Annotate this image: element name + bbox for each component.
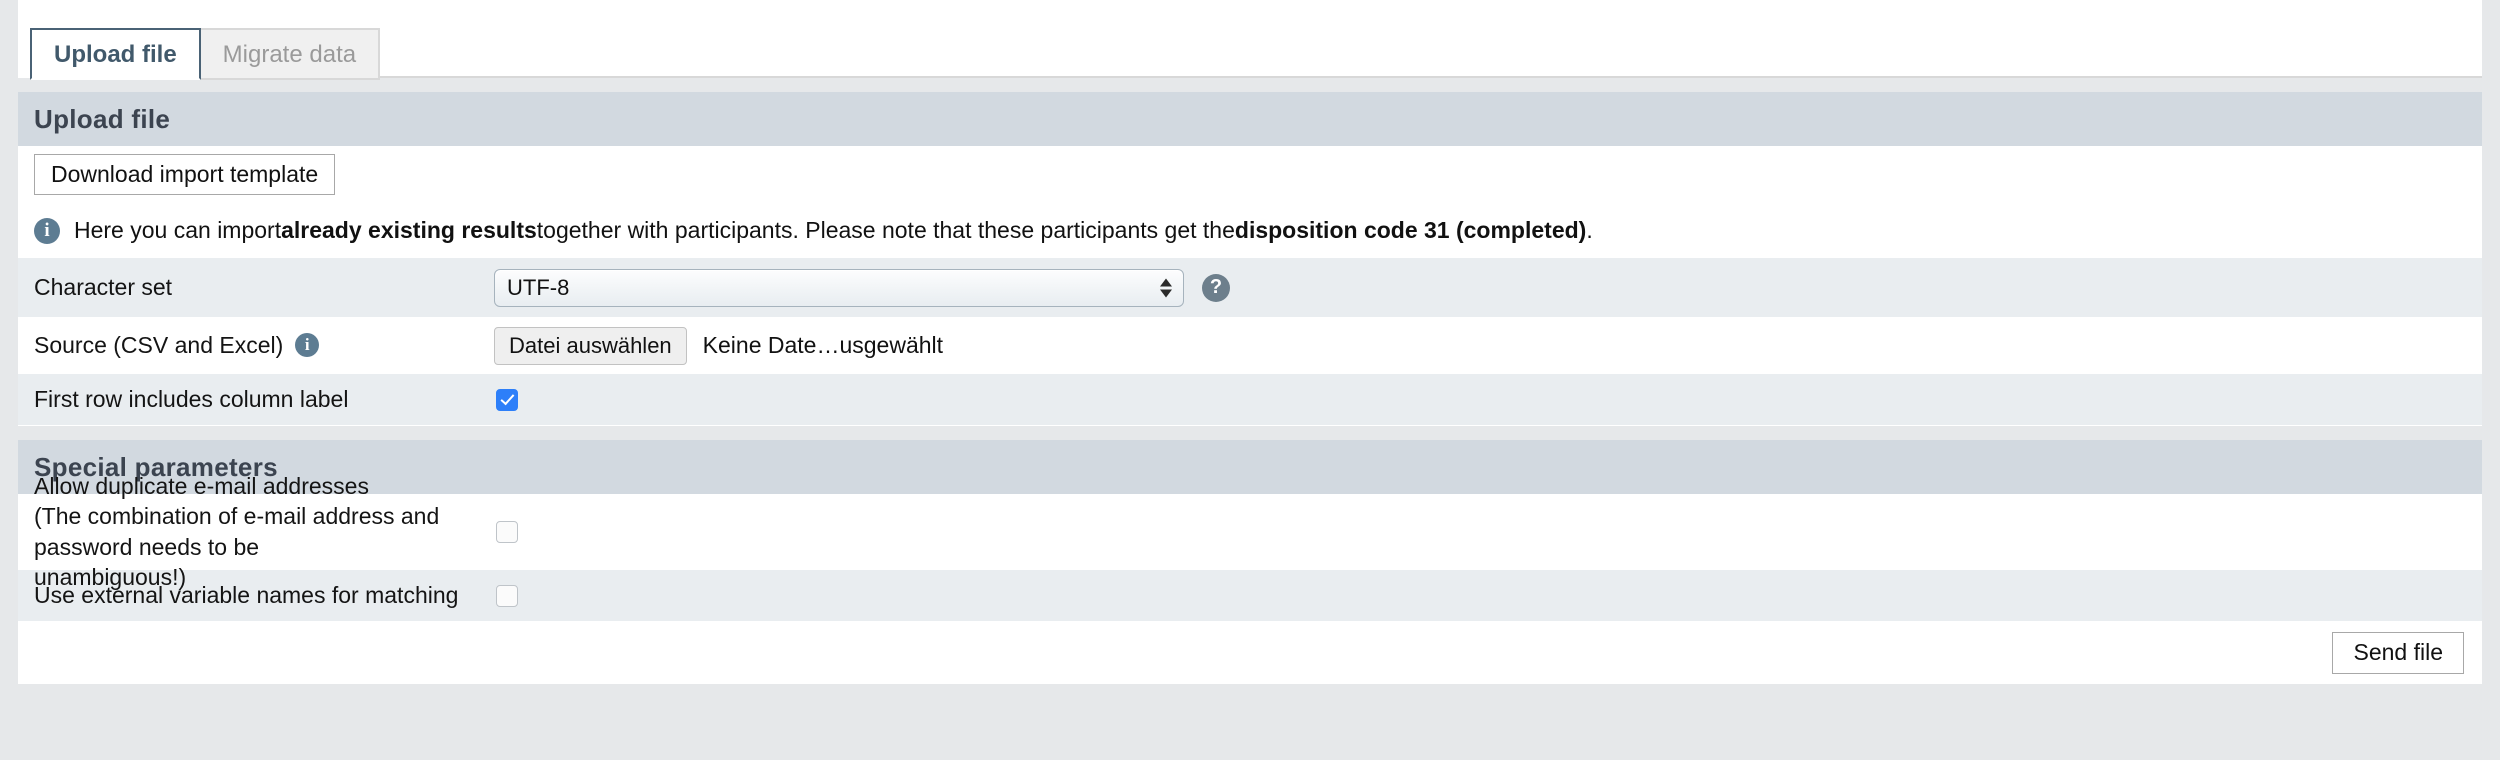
source-label-group: Source (CSV and Excel) i xyxy=(34,330,494,360)
allow-duplicate-email-field xyxy=(494,520,2482,543)
choose-file-button[interactable]: Datei auswählen xyxy=(494,326,687,365)
download-import-template-button[interactable]: Download import template xyxy=(34,153,336,196)
character-set-select[interactable]: UTF-8 xyxy=(494,268,1184,307)
import-info-text-part2: together with participants. Please note … xyxy=(536,217,1235,243)
file-chooser: Datei auswählen Keine Date…usgewählt xyxy=(494,326,944,365)
allow-duplicate-email-line2: (The combination of e-mail address and p… xyxy=(34,503,440,560)
row-download-template: Download import template xyxy=(18,146,2482,204)
import-info-text-part1: Here you can import xyxy=(74,217,282,243)
character-set-select-wrapper: UTF-8 xyxy=(494,268,1184,307)
spacer-between-sections xyxy=(18,426,2482,440)
source-label: Source (CSV and Excel) xyxy=(34,332,284,359)
first-row-checkbox[interactable] xyxy=(496,388,518,411)
source-field: Datei auswählen Keine Date…usgewählt xyxy=(494,326,2482,365)
import-info-text-bold1: already existing results xyxy=(281,217,537,243)
tab-bar: Upload file Migrate data xyxy=(18,0,2482,80)
row-character-set: Character set UTF-8 ? xyxy=(18,258,2482,318)
import-info-text-bold2: disposition code 31 (completed) xyxy=(1234,217,1587,243)
external-variable-names-checkbox[interactable] xyxy=(496,584,518,607)
allow-duplicate-email-label: Allow duplicate e-mail addresses (The co… xyxy=(34,465,494,598)
first-row-field xyxy=(494,388,2482,411)
external-variable-names-field xyxy=(494,584,2482,607)
character-set-selected-value: UTF-8 xyxy=(507,274,570,300)
section-header-upload-file-label: Upload file xyxy=(34,104,171,134)
import-info-text-part3: . xyxy=(1586,217,1593,243)
row-allow-duplicate-email: Allow duplicate e-mail addresses (The co… xyxy=(18,473,2482,590)
tab-list: Upload file Migrate data xyxy=(30,0,381,80)
tab-migrate-data-label: Migrate data xyxy=(222,41,357,68)
form-footer: Send file xyxy=(18,622,2482,684)
row-first-row-column-label: First row includes column label xyxy=(18,374,2482,426)
send-file-button[interactable]: Send file xyxy=(2332,632,2464,674)
info-icon: i xyxy=(295,333,320,358)
page-root: Upload file Migrate data Upload file Dow… xyxy=(0,0,2500,760)
help-circle-icon[interactable]: ? xyxy=(1202,273,1230,302)
import-info-message: i Here you can import already existing r… xyxy=(34,217,1593,244)
section-header-upload-file: Upload file xyxy=(18,92,2482,146)
allow-duplicate-email-checkbox[interactable] xyxy=(496,520,518,543)
character-set-label: Character set xyxy=(34,274,173,301)
external-variable-names-label: Use external variable names for matching xyxy=(34,582,459,609)
selected-file-name: Keine Date…usgewählt xyxy=(702,332,944,358)
spacer-below-tabs xyxy=(18,78,2482,92)
row-import-info: i Here you can import already existing r… xyxy=(18,204,2482,258)
tab-upload-file[interactable]: Upload file xyxy=(30,28,201,80)
first-row-label: First row includes column label xyxy=(34,386,349,413)
tab-migrate-data[interactable]: Migrate data xyxy=(198,28,381,80)
character-set-field: UTF-8 ? xyxy=(494,268,2482,307)
info-icon: i xyxy=(34,217,60,244)
allow-duplicate-email-line1: Allow duplicate e-mail addresses xyxy=(34,472,369,499)
tab-bar-underline xyxy=(30,76,2482,78)
row-source: Source (CSV and Excel) i Datei auswählen… xyxy=(18,318,2482,374)
tab-upload-file-label: Upload file xyxy=(54,41,177,68)
